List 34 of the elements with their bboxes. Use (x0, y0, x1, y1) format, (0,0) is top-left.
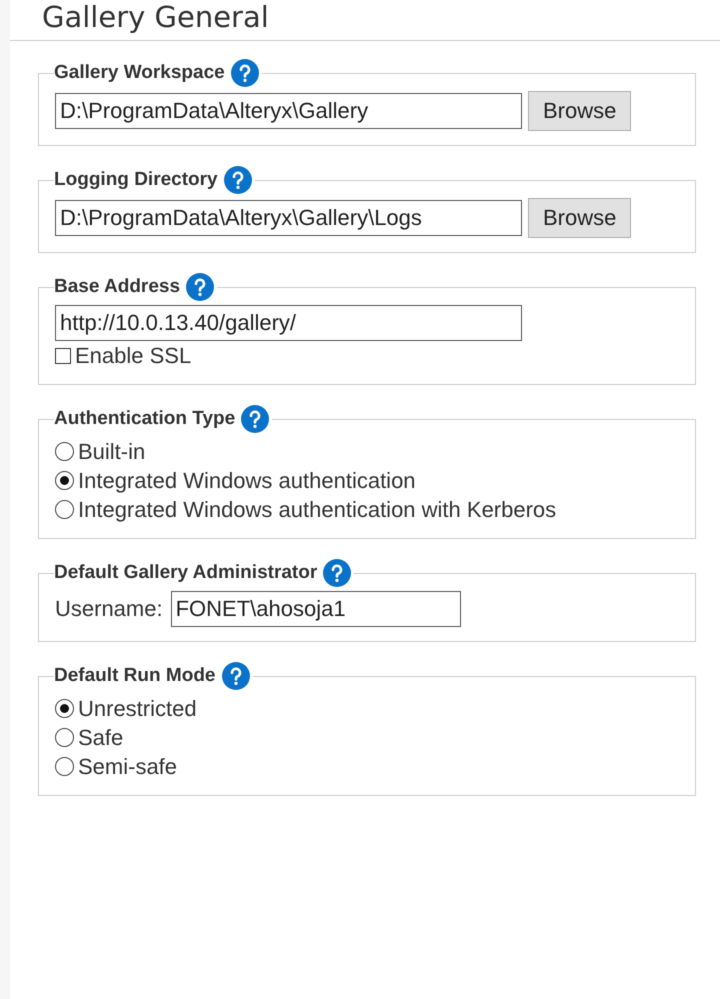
page-title: Gallery General (42, 0, 270, 34)
group-title: Authentication Type (54, 408, 236, 430)
radio-button[interactable] (55, 699, 74, 718)
help-icon[interactable] (230, 59, 259, 87)
browse-button[interactable]: Browse (528, 198, 632, 238)
checkbox[interactable] (55, 348, 71, 364)
radio-button[interactable] (55, 728, 74, 747)
help-icon[interactable] (224, 166, 252, 194)
radio-label: Built-in (78, 438, 146, 464)
path-field[interactable]: D:\ProgramData\Alteryx\Gallery\Logs (55, 200, 522, 236)
radio-label: Semi-safe (78, 754, 178, 780)
checkbox-label: Enable SSL (75, 342, 192, 368)
help-icon[interactable] (323, 559, 352, 587)
browse-button[interactable]: Browse (528, 91, 632, 131)
help-icon[interactable] (241, 405, 270, 433)
field-label: Username: (55, 596, 163, 622)
radio-label: Integrated Windows authentication (78, 468, 416, 494)
group-title: Base Address (54, 276, 180, 298)
address-field[interactable]: http://10.0.13.40/gallery/ (55, 305, 522, 341)
radio-button[interactable] (55, 442, 74, 461)
radio-label: Integrated Windows authentication with Kerberos (78, 496, 556, 522)
group-title: Default Gallery Administrator (54, 562, 318, 584)
group-title: Logging Directory (54, 169, 218, 191)
help-icon[interactable] (186, 273, 214, 301)
radio-button[interactable] (55, 757, 74, 776)
radio-button[interactable] (55, 471, 74, 490)
radio-button[interactable] (55, 500, 74, 519)
radio-label: Safe (78, 724, 124, 750)
path-field[interactable]: D:\ProgramData\Alteryx\Gallery (55, 93, 522, 129)
username-field[interactable]: FONET\ahosoja1 (170, 591, 461, 627)
group-title: Gallery Workspace (54, 62, 225, 84)
group-title: Default Run Mode (54, 665, 216, 687)
radio-label: Unrestricted (78, 696, 197, 722)
help-icon[interactable] (222, 662, 250, 690)
